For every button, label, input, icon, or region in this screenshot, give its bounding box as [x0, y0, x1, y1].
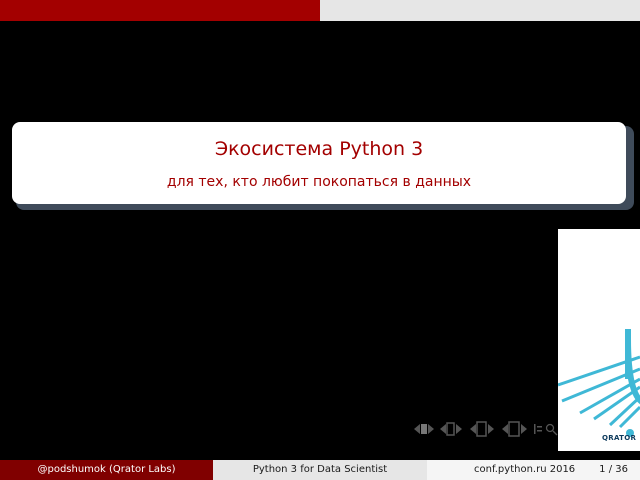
- qrator-logo-panel: QRATOR: [558, 229, 640, 451]
- progress-fill: [0, 0, 320, 21]
- slide-subtitle: для тех, кто любит покопаться в данных: [166, 174, 472, 190]
- footer-conference: conf.python.ru 2016: [474, 464, 576, 475]
- footer-author: @podshumok (Qrator Labs): [0, 460, 213, 480]
- title-box: Экосистема Python 3 для тех, кто любит п…: [12, 122, 626, 204]
- footer: @podshumok (Qrator Labs) Python 3 for Da…: [0, 460, 640, 480]
- beamer-navigation[interactable]: [410, 418, 560, 440]
- slide: Экосистема Python 3 для тех, кто любит п…: [0, 0, 640, 480]
- next-subsection-icon: [502, 421, 527, 437]
- footer-right: conf.python.ru 2016 1 / 36: [427, 460, 640, 480]
- navigation-icons: [414, 421, 558, 437]
- search-icon: [545, 423, 558, 436]
- qrator-logo-text: QRATOR: [602, 434, 637, 442]
- next-section-icon: [470, 421, 494, 437]
- qrator-logo-graphic: [558, 329, 640, 437]
- progress-bar: [0, 0, 640, 21]
- slide-title: Экосистема Python 3: [214, 138, 424, 160]
- prev-frame-icon: [440, 422, 462, 436]
- first-frame-icon: [414, 424, 434, 434]
- footer-page-number: 1 / 36: [599, 464, 628, 475]
- footer-talk-title: Python 3 for Data Scientist: [213, 460, 427, 480]
- align-icon: [534, 424, 542, 434]
